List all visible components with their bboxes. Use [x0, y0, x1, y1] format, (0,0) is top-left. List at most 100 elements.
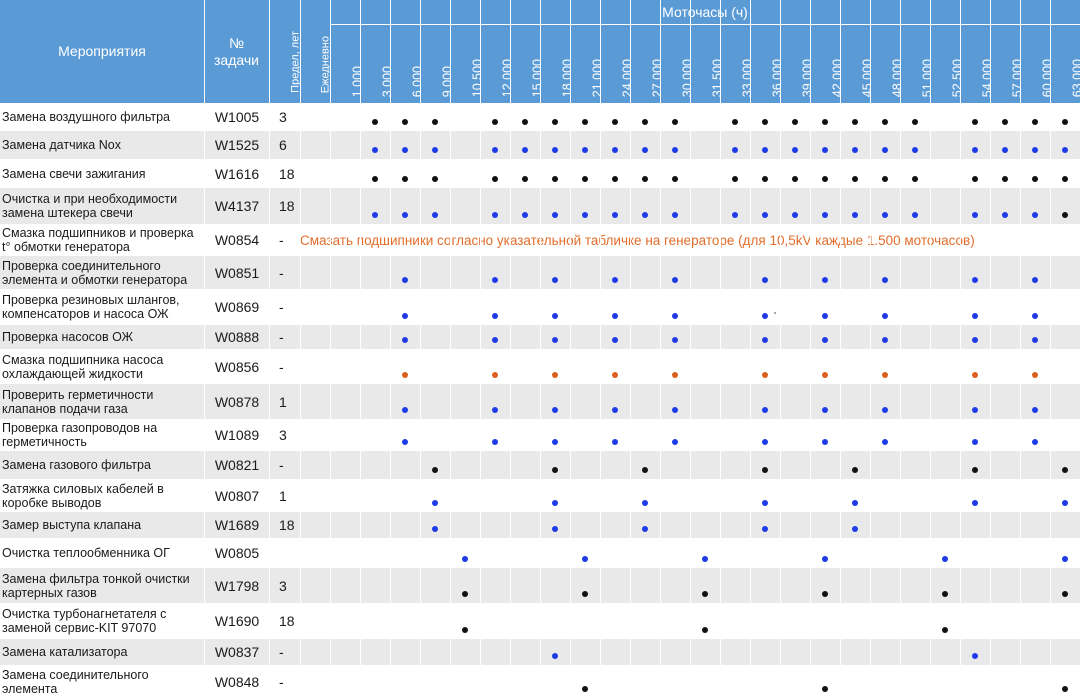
schedule-mark-dot	[1062, 591, 1068, 597]
task-name-cell: Замена фильтра тонкой очистки картерных …	[2, 571, 190, 600]
limit-years-cell: 1	[279, 393, 287, 410]
schedule-mark-dot	[972, 467, 978, 473]
task-code-cell: W0848	[214, 673, 260, 690]
schedule-mark-dot	[1062, 212, 1068, 218]
limit-years-cell: 3	[279, 109, 287, 125]
schedule-mark-dot	[552, 313, 558, 319]
limit-years-cell: -	[279, 644, 284, 660]
schedule-mark-dot	[432, 526, 438, 532]
schedule-mark-dot	[372, 212, 378, 218]
header-limit-column: Предел, лет	[269, 0, 301, 103]
schedule-mark-dot	[552, 467, 558, 473]
schedule-mark-dot	[762, 313, 768, 319]
grid-vertical-line	[780, 0, 781, 698]
schedule-mark-dot	[972, 147, 978, 153]
task-code-cell: W0851	[214, 264, 260, 281]
schedule-mark-dot	[552, 500, 558, 506]
schedule-mark-dot	[972, 277, 978, 283]
hour-header-19: 51.000	[900, 24, 934, 103]
schedule-mark-dot	[402, 407, 408, 413]
hour-header-17: 45.000	[840, 24, 874, 103]
grid-vertical-line	[269, 0, 270, 698]
grid-vertical-line	[570, 0, 571, 698]
grid-vertical-line	[990, 0, 991, 698]
schedule-mark-dot	[642, 500, 648, 506]
grid-vertical-line	[630, 0, 631, 698]
hour-header-5: 12.000	[480, 24, 514, 103]
schedule-mark-dot	[492, 337, 498, 343]
task-code-cell: W4137	[214, 198, 260, 214]
task-name-cell: Проверка насосов ОЖ	[2, 330, 134, 344]
grid-vertical-line	[840, 0, 841, 698]
schedule-mark-dot	[792, 147, 798, 153]
header-task-column: Мероприятия	[0, 0, 204, 103]
header-hours-group: Моточасы (ч)	[330, 0, 1080, 24]
hour-header-14: 36.000	[750, 24, 784, 103]
grid-vertical-line	[540, 0, 541, 698]
schedule-mark-dot	[492, 372, 498, 378]
grid-vertical-line	[930, 0, 931, 698]
schedule-mark-dot	[402, 277, 408, 283]
schedule-mark-dot	[1002, 119, 1008, 125]
schedule-mark-dot	[792, 176, 798, 182]
schedule-mark-dot	[582, 147, 588, 153]
schedule-mark-dot	[882, 372, 888, 378]
limit-years-cell: 18	[279, 198, 295, 214]
task-code-cell: W0821	[214, 457, 260, 473]
hour-header-13: 33.000	[720, 24, 754, 103]
schedule-mark-dot	[522, 147, 528, 153]
header-code-label-1: №	[228, 34, 245, 51]
schedule-mark-dot	[732, 119, 738, 125]
schedule-mark-dot	[612, 212, 618, 218]
hour-header-16: 42.000	[810, 24, 844, 103]
schedule-mark-dot	[702, 591, 708, 597]
schedule-mark-dot	[1032, 313, 1038, 319]
schedule-mark-dot	[912, 212, 918, 218]
schedule-mark-dot	[882, 439, 888, 445]
hour-header-8: 21.000	[570, 24, 604, 103]
schedule-mark-dot	[1032, 407, 1038, 413]
task-name-cell: Смазка подшипника насоса охлаждающей жид…	[2, 352, 164, 381]
limit-years-cell	[270, 538, 300, 568]
schedule-mark-dot	[822, 372, 828, 378]
schedule-mark-dot	[522, 119, 528, 125]
task-code-cell: W1690	[214, 613, 260, 629]
schedule-mark-dot	[972, 176, 978, 182]
schedule-mark-dot	[822, 119, 828, 125]
schedule-mark-dot	[912, 176, 918, 182]
schedule-mark-dot	[822, 277, 828, 283]
hour-header-1: 3.000	[360, 24, 394, 103]
task-code-cell: W1525	[214, 137, 260, 153]
hour-header-15: 39.000	[780, 24, 814, 103]
schedule-mark-dot	[552, 526, 558, 532]
task-code-cell: W0878	[214, 393, 260, 410]
schedule-mark-dot	[522, 212, 528, 218]
schedule-mark-dot	[402, 212, 408, 218]
hour-header-24: 63.000	[1050, 24, 1080, 103]
limit-years-cell: 18	[279, 613, 295, 629]
schedule-mark-dot	[432, 500, 438, 506]
schedule-mark-dot	[882, 337, 888, 343]
schedule-mark-dot	[672, 372, 678, 378]
schedule-mark-dot	[552, 212, 558, 218]
schedule-mark-dot	[822, 439, 828, 445]
schedule-mark-dot	[672, 277, 678, 283]
schedule-mark-dot	[492, 439, 498, 445]
schedule-mark-dot	[972, 653, 978, 659]
schedule-mark-dot	[1002, 212, 1008, 218]
schedule-mark-dot	[1032, 176, 1038, 182]
schedule-mark-dot	[612, 147, 618, 153]
schedule-mark-dot	[402, 176, 408, 182]
schedule-mark-dot	[762, 337, 768, 343]
schedule-mark-dot	[822, 591, 828, 597]
schedule-mark-dot	[702, 627, 708, 633]
schedule-mark-dot	[1032, 372, 1038, 378]
grid-vertical-line	[330, 0, 331, 698]
schedule-mark-dot	[882, 119, 888, 125]
hour-header-4: 10.500	[450, 24, 484, 103]
grid-vertical-line	[660, 0, 661, 698]
schedule-mark-dot	[402, 337, 408, 343]
grid-vertical-line	[360, 0, 361, 698]
schedule-mark-dot	[822, 176, 828, 182]
limit-years-cell: -	[279, 329, 284, 345]
